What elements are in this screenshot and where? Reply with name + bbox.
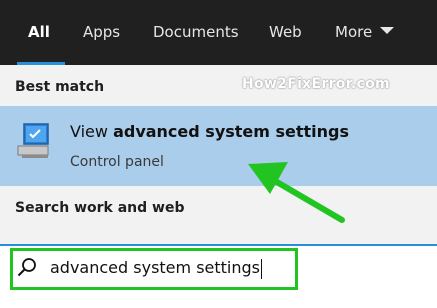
computer-icon bbox=[17, 123, 49, 158]
best-match-subtitle: Control panel bbox=[70, 154, 164, 170]
best-match-title: View advanced system settings bbox=[70, 122, 349, 141]
tab-documents[interactable]: Documents bbox=[153, 0, 239, 65]
best-match-result[interactable] bbox=[0, 106, 437, 186]
search-input[interactable]: advanced system settings bbox=[50, 258, 262, 279]
tab-web[interactable]: Web bbox=[269, 0, 302, 65]
search-tab-bar: All Apps Documents Web More bbox=[0, 0, 437, 65]
best-match-title-bold: advanced system settings bbox=[113, 122, 350, 141]
annotation-arrow-icon bbox=[248, 162, 345, 223]
search-icon bbox=[17, 258, 36, 277]
watermark: How2FixError.com bbox=[242, 76, 390, 92]
tab-more[interactable]: More bbox=[335, 0, 395, 65]
chevron-down-icon bbox=[380, 27, 395, 34]
best-match-heading: Best match bbox=[15, 79, 105, 95]
text-cursor bbox=[261, 258, 262, 279]
search-work-web-heading: Search work and web bbox=[15, 200, 185, 216]
tab-apps[interactable]: Apps bbox=[83, 0, 120, 65]
tab-all[interactable]: All bbox=[28, 0, 50, 65]
search-input-value: advanced system settings bbox=[50, 258, 260, 277]
best-match-title-prefix: View bbox=[70, 122, 114, 141]
tab-more-label: More bbox=[335, 23, 373, 41]
